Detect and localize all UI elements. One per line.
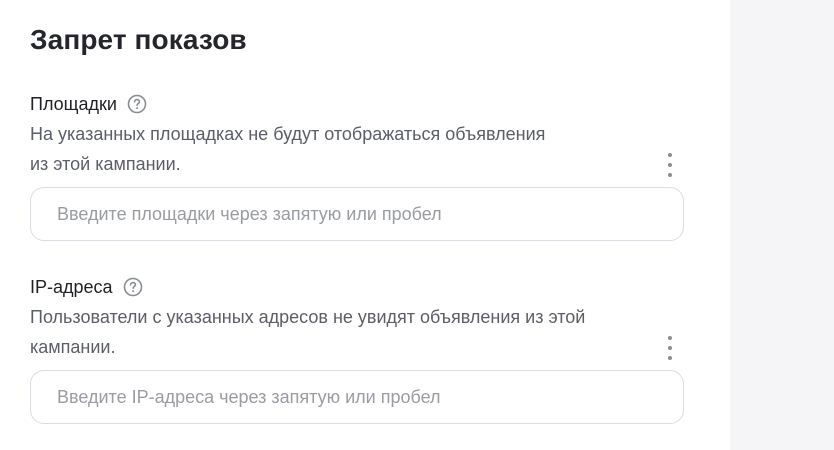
vertical-dots-icon[interactable] bbox=[662, 336, 678, 360]
platforms-section: Площадки На указанных площадках не будут… bbox=[30, 91, 690, 241]
platforms-description-line2: из этой кампании. bbox=[30, 154, 181, 174]
ip-description: Пользователи с указанных адресов не увид… bbox=[30, 302, 660, 362]
question-circle-icon[interactable] bbox=[127, 94, 147, 114]
platforms-description-line1: На указанных площадках не будут отобража… bbox=[30, 124, 546, 144]
ip-header: IP-адреса bbox=[30, 274, 690, 300]
dot bbox=[668, 153, 672, 157]
ip-description-line2: кампании. bbox=[30, 337, 116, 357]
ip-input[interactable] bbox=[55, 385, 683, 409]
dot bbox=[668, 336, 672, 340]
vertical-dots-icon[interactable] bbox=[662, 153, 678, 177]
platforms-input[interactable] bbox=[55, 202, 683, 226]
right-side-panel bbox=[730, 0, 834, 450]
page-title: Запрет показов bbox=[30, 24, 247, 55]
ip-section: IP-адреса Пользователи с указанных адрес… bbox=[30, 274, 690, 424]
platforms-label: Площадки bbox=[30, 94, 117, 114]
platforms-input-wrapper bbox=[30, 187, 684, 241]
dot bbox=[668, 346, 672, 350]
dot bbox=[668, 173, 672, 177]
ip-input-wrapper bbox=[30, 370, 684, 424]
ip-description-line1: Пользователи с указанных адресов не увид… bbox=[30, 307, 586, 327]
dot bbox=[668, 356, 672, 360]
dot bbox=[668, 163, 672, 167]
platforms-header: Площадки bbox=[30, 91, 690, 117]
platforms-description: На указанных площадках не будут отобража… bbox=[30, 119, 660, 179]
question-circle-icon[interactable] bbox=[123, 277, 143, 297]
ip-label: IP-адреса bbox=[30, 277, 113, 297]
